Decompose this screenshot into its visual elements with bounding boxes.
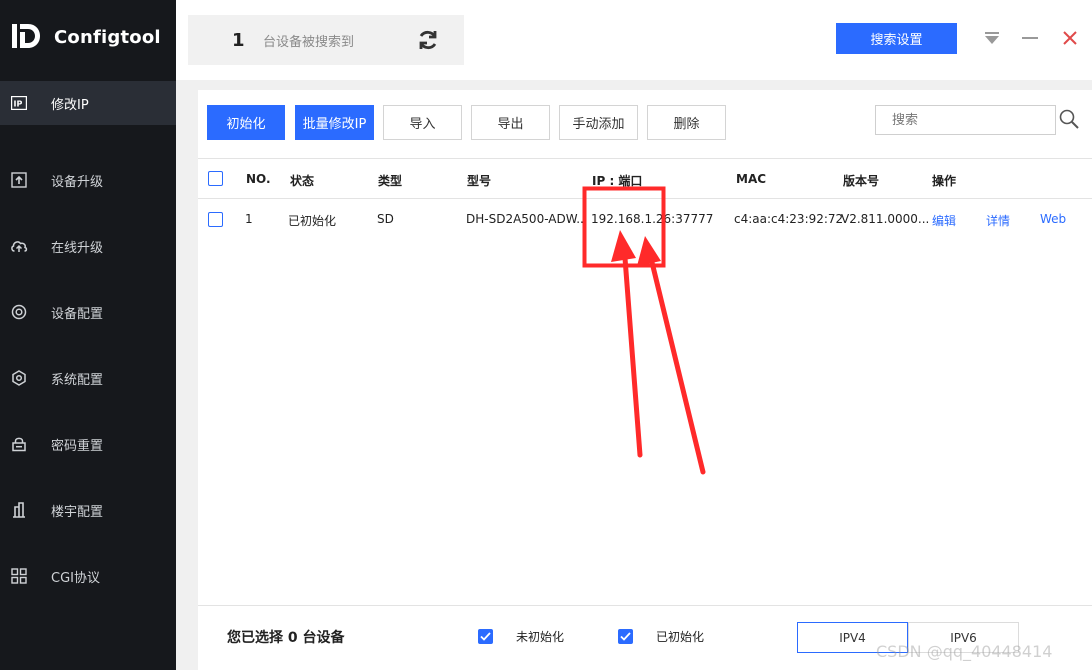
topbar: 1 台设备被搜索到 搜索设置 (176, 0, 1092, 80)
grid-icon (10, 567, 28, 585)
upload-icon (10, 171, 28, 189)
manual-add-button[interactable]: 手动添加 (559, 105, 638, 140)
cell-type: SD (377, 212, 394, 226)
app-logo: Configtool (10, 20, 161, 54)
column-header-type: 类型 (378, 174, 403, 188)
edit-link[interactable]: 编辑 (932, 212, 956, 229)
sidebar: Configtool IP 修改IP 设备升级 在线升级 设备配置 系统配置 密… (0, 0, 176, 670)
column-header-status: 状态 (290, 174, 315, 188)
cell-status: 已初始化 (288, 214, 337, 228)
select-all-checkbox[interactable] (208, 171, 223, 186)
cloud-upload-icon (10, 237, 28, 255)
web-link[interactable]: Web (1040, 212, 1066, 226)
close-icon[interactable] (1060, 28, 1080, 48)
sidebar-item-label: 系统配置 (51, 372, 104, 388)
column-header-model: 型号 (467, 174, 492, 188)
uninitialized-filter-checkbox[interactable] (478, 629, 493, 644)
import-button[interactable]: 导入 (383, 105, 462, 140)
ip-icon: IP (10, 94, 28, 112)
device-count-label: 台设备被搜索到 (263, 34, 355, 50)
sidebar-nav: IP 修改IP 设备升级 在线升级 设备配置 系统配置 密码重置 楼宇配置 CG… (0, 81, 176, 609)
cell-ip-port: 192.168.1.26:37777 (591, 212, 714, 226)
table-row[interactable]: 1 已初始化 SD DH-SD2A500-ADW... 192.168.1.26… (198, 200, 1092, 240)
svg-text:IP: IP (14, 100, 23, 109)
main-panel: 初始化 批量修改IP 导入 导出 手动添加 删除 NO. 状态 类型 型号 IP… (198, 90, 1092, 670)
sidebar-item-label: 设备升级 (51, 174, 104, 190)
logo-icon (10, 20, 44, 54)
sidebar-item-label: 在线升级 (51, 240, 104, 256)
target-icon (10, 303, 28, 321)
dropdown-menu-icon[interactable] (982, 28, 1002, 48)
export-button[interactable]: 导出 (471, 105, 550, 140)
app-title: Configtool (54, 26, 161, 48)
watermark: CSDN @qq_40448414 (876, 642, 1053, 661)
sidebar-item-online-upgrade[interactable]: 在线升级 (0, 213, 176, 279)
sidebar-item-modify-ip[interactable]: IP 修改IP (0, 81, 176, 125)
column-header-ip-port: IP : 端口 (592, 174, 643, 188)
cell-model: DH-SD2A500-ADW... (466, 212, 588, 226)
sidebar-item-label: 密码重置 (51, 438, 104, 454)
search-icon[interactable] (1058, 108, 1080, 130)
sidebar-item-system-config[interactable]: 系统配置 (0, 345, 176, 411)
search-settings-button[interactable]: 搜索设置 (836, 23, 957, 54)
sidebar-item-label: CGI协议 (51, 570, 100, 586)
device-count-box: 1 台设备被搜索到 (188, 15, 464, 65)
column-header-actions: 操作 (932, 174, 957, 188)
column-header-no: NO. (246, 172, 271, 186)
hexagon-settings-icon (10, 369, 28, 387)
sidebar-item-device-upgrade[interactable]: 设备升级 (0, 147, 176, 213)
row-checkbox[interactable] (208, 212, 223, 227)
device-count: 1 (232, 29, 245, 51)
uninitialized-filter-label: 未初始化 (516, 630, 565, 644)
building-icon (10, 501, 28, 519)
column-header-version: 版本号 (843, 174, 880, 188)
table-header: NO. 状态 类型 型号 IP : 端口 MAC 版本号 操作 (198, 158, 1092, 199)
initialized-filter-label: 已初始化 (656, 630, 705, 644)
minimize-icon[interactable] (1020, 28, 1040, 48)
column-header-mac: MAC (736, 172, 767, 186)
sidebar-item-device-config[interactable]: 设备配置 (0, 279, 176, 345)
search-input[interactable] (875, 105, 1056, 135)
lock-icon (10, 435, 28, 453)
sidebar-item-building-config[interactable]: 楼宇配置 (0, 477, 176, 543)
details-link[interactable]: 详情 (986, 212, 1010, 229)
cell-version: V2.811.0000... (841, 212, 930, 226)
initialize-button[interactable]: 初始化 (207, 105, 285, 140)
sidebar-item-label: 修改IP (51, 97, 89, 113)
sidebar-item-label: 设备配置 (51, 306, 104, 322)
sidebar-item-password-reset[interactable]: 密码重置 (0, 411, 176, 477)
refresh-icon[interactable] (416, 28, 440, 52)
delete-button[interactable]: 删除 (647, 105, 726, 140)
sidebar-item-label: 楼宇配置 (51, 504, 104, 520)
cell-mac: c4:aa:c4:23:92:72 (734, 212, 844, 226)
selected-count-text: 您已选择 0 台设备 (227, 630, 345, 646)
cell-no: 1 (245, 212, 253, 226)
sidebar-item-cgi-protocol[interactable]: CGI协议 (0, 543, 176, 609)
initialized-filter-checkbox[interactable] (618, 629, 633, 644)
batch-modify-ip-button[interactable]: 批量修改IP (295, 105, 374, 140)
